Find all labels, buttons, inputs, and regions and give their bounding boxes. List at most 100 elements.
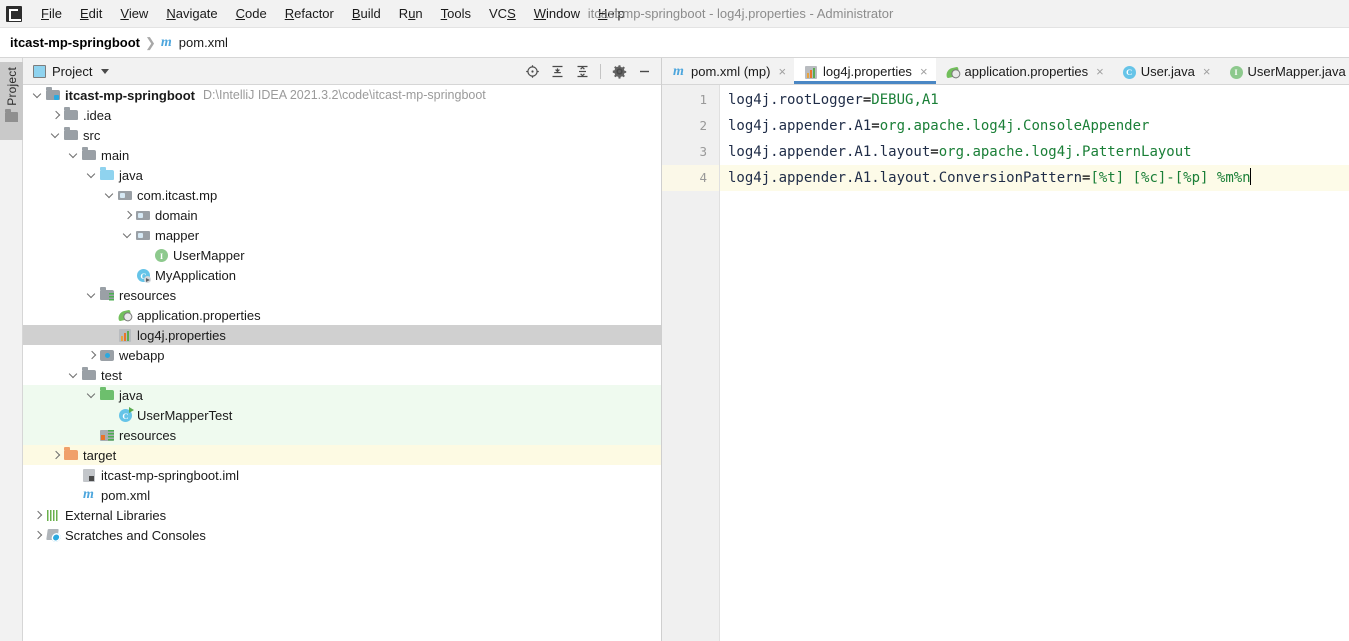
hide-icon[interactable] <box>633 60 655 82</box>
tree-row[interactable]: resources <box>23 285 661 305</box>
tree-arrow-spacer <box>122 269 135 282</box>
tree-row[interactable]: test <box>23 365 661 385</box>
chevron-down-icon[interactable] <box>122 229 135 242</box>
property-key: log4j.rootLogger <box>728 92 863 108</box>
breadcrumb-root[interactable]: itcast-mp-springboot <box>10 35 140 50</box>
menu-bar: File Edit View Navigate Code Refactor Build Run… <box>0 0 1349 28</box>
project-tree[interactable]: itcast-mp-springboot D:\IntelliJ IDEA 202… <box>23 85 661 641</box>
code-line[interactable]: log4j.rootLogger=DEBUG,A1 <box>720 87 1349 113</box>
menu-item-tools[interactable]: Tools <box>432 2 480 25</box>
editor-tab-log4j-properties[interactable]: log4j.properties × <box>794 58 937 84</box>
tree-row[interactable]: com.itcast.mp <box>23 185 661 205</box>
chevron-right-icon[interactable] <box>50 109 63 122</box>
tree-row-label: resources <box>119 427 177 443</box>
code-line[interactable]: log4j.appender.A1.layout=org.apache.log4… <box>720 139 1349 165</box>
chevron-right-icon[interactable] <box>32 509 45 522</box>
property-separator: = <box>871 118 880 134</box>
select-opened-file-icon[interactable] <box>521 60 543 82</box>
chevron-right-icon[interactable] <box>86 349 99 362</box>
chevron-down-icon[interactable] <box>86 289 99 302</box>
tree-row[interactable]: src <box>23 125 661 145</box>
folder-icon <box>63 127 79 143</box>
menu-item-code[interactable]: Code <box>227 2 276 25</box>
close-icon[interactable]: × <box>1095 65 1105 78</box>
tree-row[interactable]: I UserMapper <box>23 245 661 265</box>
menu-item-window[interactable]: Window <box>525 2 589 25</box>
code-line[interactable]: log4j.appender.A1=org.apache.log4j.Conso… <box>720 113 1349 139</box>
editor-tab-bar: m pom.xml (mp) × log4j.properties × applicati… <box>662 58 1349 85</box>
tree-row[interactable]: target <box>23 445 661 465</box>
tree-row[interactable]: application.properties <box>23 305 661 325</box>
tree-row[interactable]: .idea <box>23 105 661 125</box>
chevron-down-icon[interactable] <box>50 129 63 142</box>
menu-item-refactor[interactable]: Refactor <box>276 2 343 25</box>
menu-item-vcs[interactable]: VCS <box>480 2 525 25</box>
line-number[interactable]: 1 <box>662 87 719 113</box>
menu-item-help[interactable]: Help <box>589 2 634 25</box>
tree-row[interactable]: Scratches and Consoles <box>23 525 661 545</box>
tree-row-label: UserMapper <box>173 247 245 263</box>
chevron-right-icon[interactable] <box>50 449 63 462</box>
tree-row[interactable]: resources <box>23 425 661 445</box>
collapse-all-icon[interactable] <box>571 60 593 82</box>
editor-tab-pom-xml-mp[interactable]: m pom.xml (mp) × <box>662 58 794 84</box>
editor-tab-usermapper-java[interactable]: I UserMapper.java <box>1219 58 1349 84</box>
tree-row[interactable]: m pom.xml <box>23 485 661 505</box>
chevron-down-icon[interactable] <box>86 389 99 402</box>
line-number[interactable]: 4 <box>662 165 719 191</box>
tree-row[interactable]: mapper <box>23 225 661 245</box>
chevron-right-icon[interactable] <box>32 529 45 542</box>
spring-class-icon: C <box>135 267 151 283</box>
tree-row-label: src <box>83 127 101 143</box>
chevron-down-icon[interactable] <box>101 68 110 74</box>
toolbar-divider <box>600 63 601 79</box>
tree-row[interactable]: domain <box>23 205 661 225</box>
chevron-right-icon[interactable] <box>122 209 135 222</box>
expand-all-icon[interactable] <box>546 60 568 82</box>
code-content[interactable]: log4j.rootLogger=DEBUG,A1 log4j.appender.… <box>720 85 1349 641</box>
menu-item-view[interactable]: View <box>111 2 157 25</box>
editor-tab-user-java[interactable]: C User.java × <box>1112 58 1219 84</box>
close-icon[interactable]: × <box>1202 65 1212 78</box>
code-line[interactable]: log4j.appender.A1.layout.ConversionPatte… <box>720 165 1349 191</box>
tree-row[interactable]: main <box>23 145 661 165</box>
folder-icon <box>81 367 97 383</box>
chevron-down-icon[interactable] <box>68 149 81 162</box>
chevron-down-icon[interactable] <box>104 189 117 202</box>
menu-item-navigate[interactable]: Navigate <box>157 2 226 25</box>
gear-icon[interactable] <box>608 60 630 82</box>
line-number[interactable]: 3 <box>662 139 719 165</box>
chevron-down-icon[interactable] <box>32 89 45 102</box>
test-resources-icon <box>99 427 115 443</box>
tree-row[interactable]: C UserMapperTest <box>23 405 661 425</box>
tree-row[interactable]: log4j.properties <box>23 325 661 345</box>
tree-row[interactable]: External Libraries <box>23 505 661 525</box>
target-folder-icon <box>63 447 79 463</box>
close-icon[interactable]: × <box>777 65 787 78</box>
menu-item-file[interactable]: File <box>32 2 71 25</box>
tree-row-label: main <box>101 147 130 163</box>
menu-item-edit[interactable]: Edit <box>71 2 111 25</box>
editor-tab-application-properties[interactable]: application.properties × <box>936 58 1112 84</box>
tree-row[interactable]: itcast-mp-springboot.iml <box>23 465 661 485</box>
project-view-selector[interactable]: Project <box>33 64 110 79</box>
breadcrumb-leaf[interactable]: pom.xml <box>179 35 228 50</box>
close-icon[interactable]: × <box>919 65 929 78</box>
tree-row[interactable]: C MyApplication <box>23 265 661 285</box>
tree-arrow-spacer <box>104 309 117 322</box>
chevron-down-icon[interactable] <box>68 369 81 382</box>
menu-item-run[interactable]: Run <box>390 2 432 25</box>
breadcrumb: itcast-mp-springboot ❯ m pom.xml <box>0 28 1349 58</box>
tree-row[interactable]: webapp <box>23 345 661 365</box>
line-number[interactable]: 2 <box>662 113 719 139</box>
tree-row[interactable]: java <box>23 165 661 185</box>
chevron-down-icon[interactable] <box>86 169 99 182</box>
tool-window-button-project[interactable]: Project <box>0 62 23 140</box>
package-icon <box>117 187 133 203</box>
tree-row[interactable]: itcast-mp-springboot D:\IntelliJ IDEA 202… <box>23 85 661 105</box>
menu-item-build[interactable]: Build <box>343 2 390 25</box>
property-key: log4j.appender.A1 <box>728 118 872 134</box>
tree-row-label: com.itcast.mp <box>137 187 218 203</box>
tree-row[interactable]: java <box>23 385 661 405</box>
webapp-folder-icon <box>99 347 115 363</box>
